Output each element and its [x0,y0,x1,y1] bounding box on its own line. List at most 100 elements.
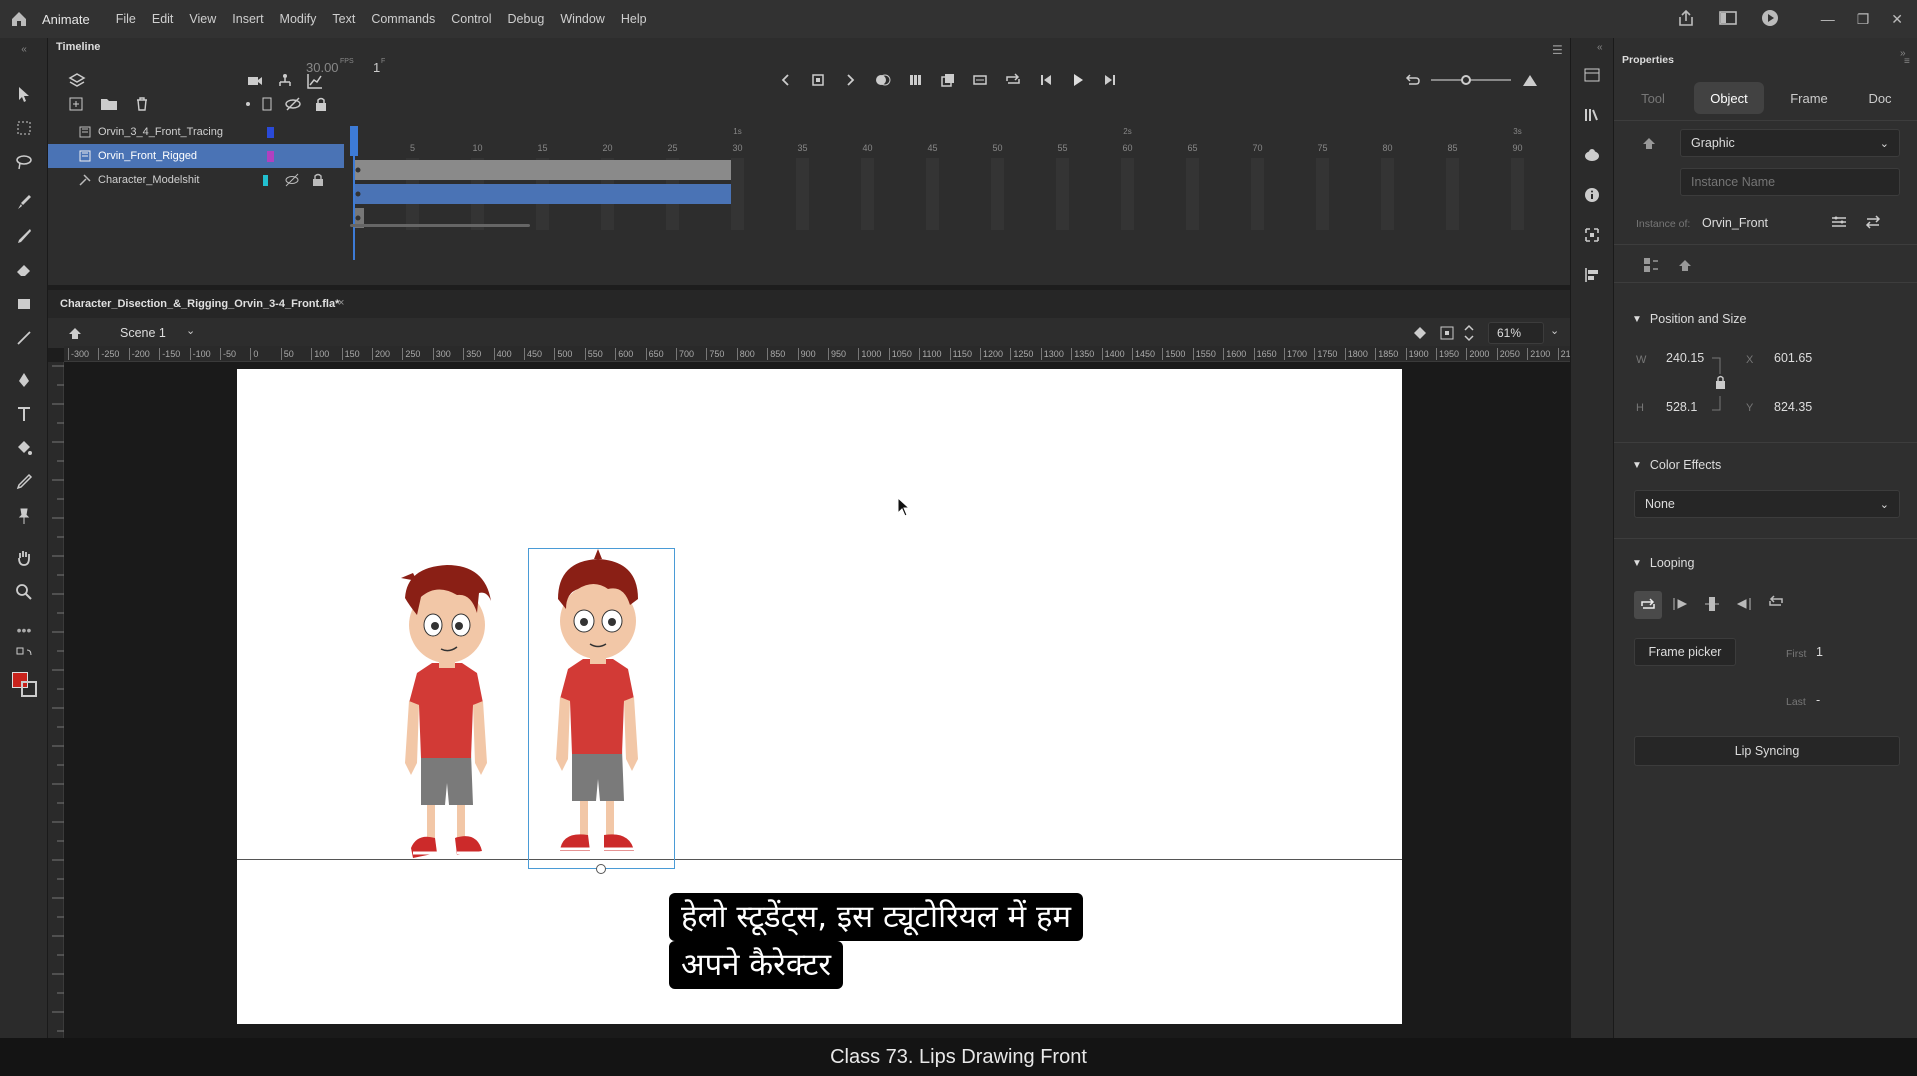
loop-icon[interactable] [1004,72,1022,88]
character-tracing-figure[interactable] [387,553,507,868]
layer-name[interactable]: Orvin_3_4_Front_Tracing [98,126,267,138]
minimize-icon[interactable]: — [1821,11,1835,27]
pen-tool-icon[interactable] [12,368,36,392]
paint-brush-tool-icon[interactable] [12,190,36,214]
zoom-chevron-down-icon[interactable]: ⌄ [1550,324,1559,337]
prev-keyframe-icon[interactable] [778,72,794,88]
camera-icon[interactable] [246,72,264,90]
layer-name[interactable]: Orvin_Front_Rigged [98,150,267,162]
hand-tool-icon[interactable] [12,546,36,570]
text-tool-icon[interactable] [12,402,36,426]
locked-layer-icon[interactable] [312,173,324,187]
assets-panel-icon[interactable] [1583,146,1601,164]
scene-icon[interactable] [66,324,84,342]
color-effect-dropdown[interactable]: None ⌄ [1634,490,1900,518]
more-tools-icon[interactable]: ••• [12,618,36,642]
character-rigged-figure[interactable] [538,549,658,864]
new-layer-icon[interactable] [68,96,84,112]
play-once-icon[interactable] [1670,594,1690,614]
share-icon[interactable] [1676,8,1696,28]
instance-name-input[interactable] [1680,168,1900,196]
play-reverse-once-icon[interactable] [1734,594,1754,614]
menu-debug[interactable]: Debug [508,12,545,26]
swap-colors-icon[interactable] [12,647,36,662]
document-tab[interactable]: Character_Disection_&_Rigging_Orvin_3-4_… [60,298,339,310]
swap-symbol-icon[interactable] [1864,214,1882,230]
looping-header[interactable]: ▼ Looping [1632,556,1694,570]
scene-name[interactable]: Scene 1 [120,326,166,340]
edit-symbol-icon[interactable] [1830,214,1848,230]
close-icon[interactable]: ✕ [1891,11,1903,28]
layer-row[interactable]: Character_Modelshit [48,168,344,192]
align-panel-icon[interactable] [1583,266,1601,284]
position-size-header[interactable]: ▼ Position and Size [1632,312,1747,326]
zoom-tool-icon[interactable] [12,580,36,604]
lock-all-icon[interactable] [314,96,328,112]
library-panel-icon[interactable] [1583,106,1601,124]
step-forward-icon[interactable] [1102,72,1118,88]
reset-zoom-icon[interactable] [1403,72,1421,88]
info-panel-icon[interactable] [1583,186,1601,204]
lock-proportions-icon[interactable] [1710,354,1736,416]
pin-tool-icon[interactable] [12,504,36,528]
tab-object[interactable]: Object [1694,82,1764,114]
highlight-dot-icon[interactable] [246,102,250,106]
x-value[interactable]: 601.65 [1774,351,1812,365]
play-icon[interactable] [1070,72,1086,88]
line-tool-icon[interactable] [12,326,36,350]
properties-panel-icon[interactable] [1583,66,1601,84]
menu-help[interactable]: Help [621,12,647,26]
first-frame-value[interactable]: 1 [1816,645,1823,659]
layer-parenting-icon[interactable] [276,72,294,90]
color-effects-header[interactable]: ▼ Color Effects [1632,458,1721,472]
menu-modify[interactable]: Modify [280,12,317,26]
tab-doc[interactable]: Doc [1850,82,1910,114]
restore-icon[interactable]: ❐ [1857,11,1870,28]
stroke-color-swatch[interactable] [21,681,37,697]
layer-color-swatch[interactable] [263,174,268,186]
object-properties-icon[interactable] [1676,256,1694,274]
filters-icon[interactable] [1642,256,1660,274]
layer-color-swatch[interactable] [267,150,274,162]
rectangle-tool-icon[interactable] [12,292,36,316]
zoom-stepper-icon[interactable] [1462,322,1476,344]
free-transform-tool-icon[interactable] [12,116,36,140]
layers-icon[interactable] [68,72,86,93]
step-back-icon[interactable] [1038,72,1054,88]
hidden-layer-icon[interactable] [284,173,300,187]
eraser-tool-icon[interactable] [12,258,36,282]
edit-multiple-frames-icon[interactable] [908,72,924,88]
home-icon[interactable] [0,0,38,38]
classic-tween-icon[interactable] [972,72,988,88]
menu-edit[interactable]: Edit [152,12,174,26]
frames-grid[interactable]: 5 10 15 20 25 30 35 40 45 50 55 60 65 70 75 80 85 90 1s 2s 3… [350,126,1570,262]
new-folder-icon[interactable] [100,96,118,112]
delete-layer-icon[interactable] [134,96,150,112]
timeline-zoom-slider[interactable] [1431,73,1511,87]
scene-chevron-down-icon[interactable]: ⌄ [186,324,195,337]
frame-picker-button[interactable]: Frame picker [1634,638,1736,666]
show-hide-all-icon[interactable] [284,96,302,112]
brush-tool-icon[interactable] [12,224,36,248]
transform-point-icon[interactable] [596,864,606,874]
symbol-type-dropdown[interactable]: Graphic ⌄ [1680,129,1900,157]
expand-panels-icon[interactable]: « [1597,42,1603,53]
layer-row-selected[interactable]: Orvin_Front_Rigged [48,144,344,168]
menu-text[interactable]: Text [332,12,355,26]
tab-frame[interactable]: Frame [1774,82,1844,114]
test-movie-icon[interactable] [1760,8,1780,28]
layer-name[interactable]: Character_Modelshit [98,174,263,186]
menu-commands[interactable]: Commands [371,12,435,26]
fps-value[interactable]: 30.00 [306,60,339,75]
current-frame-value[interactable]: 1 [373,60,380,75]
timeline-scrollbar[interactable] [350,224,530,227]
lasso-tool-icon[interactable] [12,150,36,174]
last-frame-value[interactable]: - [1816,693,1820,707]
motion-tween-icon[interactable] [940,72,956,88]
onion-skin-icon[interactable] [874,72,892,88]
loop-reverse-icon[interactable] [1766,594,1786,614]
menu-window[interactable]: Window [560,12,604,26]
panel-menu-icon[interactable]: ☰ [1552,43,1563,57]
menu-insert[interactable]: Insert [232,12,263,26]
outline-toggle-icon[interactable] [262,96,272,112]
